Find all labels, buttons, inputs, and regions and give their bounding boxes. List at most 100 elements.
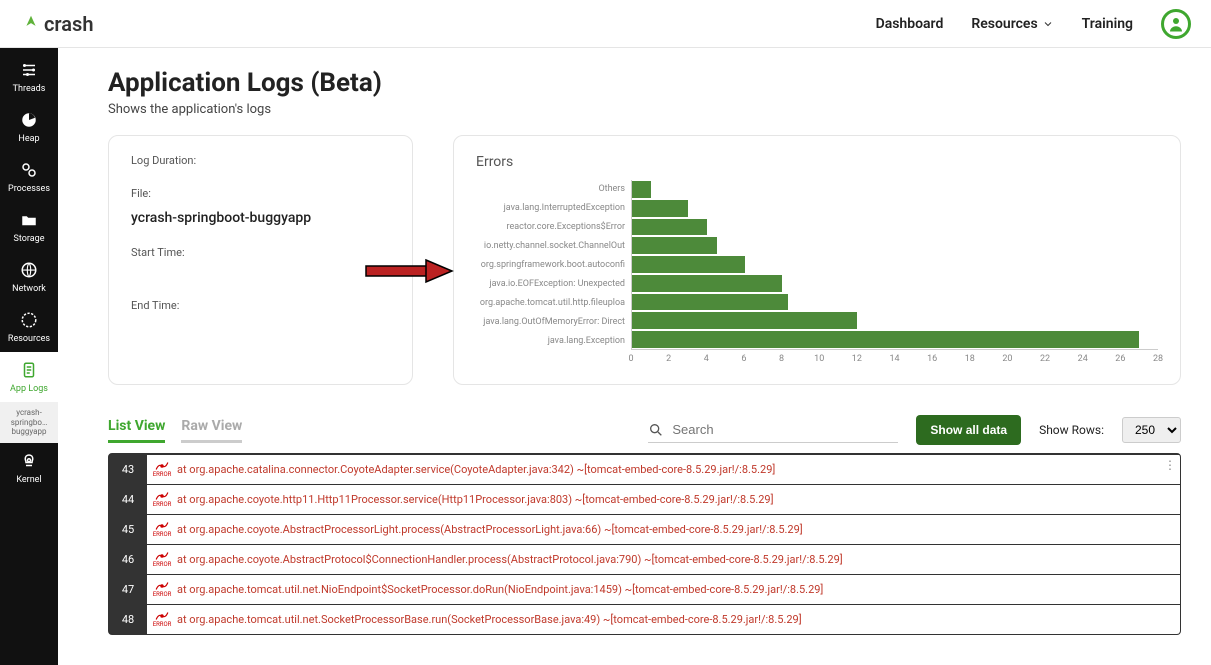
sidebar-label: Processes — [8, 184, 50, 194]
sidebar-item-threads[interactable]: Threads — [0, 52, 58, 102]
log-line-number: 45 — [109, 515, 147, 544]
log-row[interactable]: 44ERRORat org.apache.coyote.http11.Http1… — [109, 484, 1180, 514]
show-rows-label: Show Rows: — [1039, 423, 1104, 437]
log-text: at org.apache.coyote.AbstractProtocol$Co… — [177, 553, 843, 566]
sidebar-label: Resources — [8, 334, 50, 344]
error-icon: ERROR — [153, 551, 171, 568]
sidebar-item-resources[interactable]: Resources — [0, 302, 58, 352]
chart-bar[interactable] — [632, 200, 688, 217]
heap-icon — [19, 110, 39, 130]
chart-bar[interactable] — [632, 237, 717, 254]
chart-bar[interactable] — [632, 331, 1139, 348]
log-text: at org.apache.catalina.connector.CoyoteA… — [177, 463, 775, 476]
tab-list-view[interactable]: List View — [108, 418, 165, 443]
log-body: ERRORat org.apache.coyote.http11.Http11P… — [147, 485, 1180, 514]
show-all-button[interactable]: Show all data — [916, 415, 1021, 445]
main-content: Application Logs (Beta) Shows the applic… — [58, 48, 1211, 665]
nav-training[interactable]: Training — [1082, 16, 1133, 32]
chart-xtick: 24 — [1078, 354, 1088, 364]
chart-xtick: 12 — [852, 354, 862, 364]
avatar[interactable] — [1161, 9, 1191, 39]
sidebar-item-applogs[interactable]: App Logs — [0, 352, 58, 402]
log-line-number: 48 — [109, 605, 147, 634]
logo-icon — [20, 13, 42, 35]
chart-xaxis: 0246810121416182022242628 — [631, 350, 1158, 366]
search-box[interactable] — [648, 418, 898, 443]
file-label: File: — [131, 187, 390, 200]
chart-title: Errors — [476, 154, 1158, 170]
log-body: ERROR at org.apache.tomcat.util.net.NioEn… — [147, 575, 1180, 604]
chart-xtick: 28 — [1153, 354, 1163, 364]
sidebar-label: Network — [12, 284, 46, 294]
duration-label: Log Duration: — [131, 154, 390, 167]
log-body: ERRORat org.apache.coyote.AbstractProces… — [147, 515, 1180, 544]
kernel-icon — [19, 451, 39, 471]
sidebar-item-storage[interactable]: Storage — [0, 202, 58, 252]
end-label: End Time: — [131, 299, 390, 312]
logo[interactable]: crash — [20, 12, 93, 36]
chart-category-label: java.lang.InterruptedException — [476, 199, 631, 218]
search-icon — [648, 422, 664, 438]
chart-bar[interactable] — [632, 256, 745, 273]
page-subtitle: Shows the application's logs — [108, 102, 1181, 117]
annotation-arrow-icon — [364, 258, 454, 284]
chart-xtick: 4 — [704, 354, 709, 364]
log-line-number: 44 — [109, 485, 147, 514]
chart-xtick: 8 — [779, 354, 784, 364]
log-row[interactable]: 46ERRORat org.apache.coyote.AbstractProt… — [109, 544, 1180, 574]
sidebar-item-heap[interactable]: Heap — [0, 102, 58, 152]
chart-bar[interactable] — [632, 219, 707, 236]
log-row[interactable]: 45ERRORat org.apache.coyote.AbstractProc… — [109, 514, 1180, 544]
error-icon: ERROR — [153, 461, 171, 478]
chart-xtick: 26 — [1115, 354, 1125, 364]
nav-resources[interactable]: Resources — [971, 16, 1053, 32]
threads-icon — [19, 60, 39, 80]
log-text: at org.apache.coyote.http11.Http11Proces… — [177, 493, 774, 506]
log-text: at org.apache.tomcat.util.net.NioEndpoin… — [177, 583, 823, 596]
chart-bar[interactable] — [632, 294, 788, 311]
folder-icon — [19, 210, 39, 230]
error-icon: ERROR — [153, 581, 171, 598]
chevron-down-icon — [1042, 18, 1054, 30]
nav-resources-label: Resources — [971, 16, 1037, 32]
chart-category-label: java.lang.OutOfMemoryError: Direct — [476, 312, 631, 331]
file-value: ycrash-springboot-buggyapp — [131, 210, 390, 226]
log-body: ERROR at org.apache.coyote.AbstractProtoc… — [147, 545, 1180, 574]
chart-bar[interactable] — [632, 275, 782, 292]
errors-chart[interactable]: Othersjava.lang.InterruptedExceptionreac… — [476, 180, 1158, 350]
log-row[interactable]: 43 ERROR at org.apache.catalina.connector.… — [109, 454, 1180, 484]
log-line-number: 43 — [109, 455, 147, 484]
log-row[interactable]: 48ERRORat org.apache.tomcat.util.net.Soc… — [109, 604, 1180, 634]
tab-raw-view[interactable]: Raw View — [181, 418, 242, 443]
view-tabs: List View Raw View — [108, 418, 242, 443]
user-icon — [1167, 15, 1185, 33]
chart-bar[interactable] — [632, 181, 651, 198]
chart-xtick: 16 — [927, 354, 937, 364]
topbar: crash Dashboard Resources Training — [0, 0, 1211, 48]
chart-card: Errors Othersjava.lang.InterruptedExcept… — [453, 135, 1181, 385]
sidebar: Threads Heap Processes Storage Network R… — [0, 48, 58, 665]
search-input[interactable] — [672, 422, 898, 437]
log-panel: ⋮ 43 ERROR at org.apache.catalina.connecto… — [108, 453, 1181, 635]
chart-category-label: io.netty.channel.socket.ChannelOut — [476, 237, 631, 256]
sidebar-item-network[interactable]: Network — [0, 252, 58, 302]
log-row[interactable]: 47ERRORat org.apache.tomcat.util.net.Nio… — [109, 574, 1180, 604]
scroll-indicator-icon[interactable]: ⋮ — [1164, 458, 1176, 472]
chart-xtick: 6 — [741, 354, 746, 364]
chart-xtick: 2 — [666, 354, 671, 364]
chart-category-label: org.springframework.boot.autoconfi — [476, 256, 631, 275]
chart-xtick: 0 — [628, 354, 633, 364]
rows-select[interactable]: 250 — [1122, 417, 1181, 443]
nav-dashboard[interactable]: Dashboard — [876, 16, 944, 32]
chart-xtick: 22 — [1040, 354, 1050, 364]
sidebar-label: Kernel — [16, 475, 41, 485]
sidebar-item-processes[interactable]: Processes — [0, 152, 58, 202]
globe-icon — [19, 260, 39, 280]
sidebar-item-kernel[interactable]: Kernel — [0, 443, 58, 493]
log-body: ERROR at org.apache.catalina.connector.Co… — [147, 455, 1180, 484]
sidebar-item-sub[interactable]: ycrash-springbo… buggyapp — [0, 402, 58, 443]
chart-xtick: 18 — [965, 354, 975, 364]
sidebar-label: App Logs — [10, 384, 48, 394]
chart-bar[interactable] — [632, 312, 857, 329]
chart-xtick: 20 — [1002, 354, 1012, 364]
